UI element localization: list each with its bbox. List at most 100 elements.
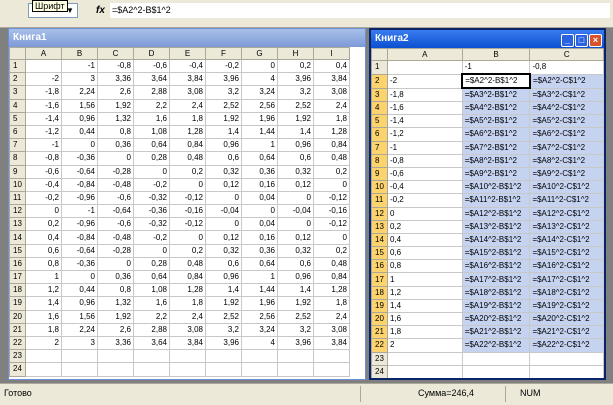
grid-cell[interactable]: -0,2 (133, 177, 170, 192)
grid-cell[interactable]: 0,12 (205, 177, 242, 192)
grid-cell[interactable]: -0,6 (133, 58, 170, 74)
grid-cell[interactable]: -0,12 (313, 217, 350, 232)
grid-cell[interactable] (529, 364, 604, 378)
grid-cell[interactable]: -0,36 (133, 204, 170, 219)
row-header[interactable]: 18 (371, 285, 388, 300)
grid-cell[interactable]: 0,6 (277, 256, 314, 272)
grid-cell[interactable]: 0,2 (313, 243, 350, 258)
grid-cell[interactable]: -0,04 (277, 204, 314, 219)
grid-cell[interactable]: 0,4 (25, 230, 62, 245)
grid-cell[interactable]: -1 (461, 60, 531, 75)
grid-cell[interactable]: 0,96 (277, 138, 314, 153)
grid-cell[interactable]: -1,8 (386, 87, 463, 102)
row-header[interactable]: 15 (371, 246, 388, 261)
grid-cell[interactable]: 2,56 (241, 98, 278, 113)
grid-cell[interactable]: -0,28 (97, 164, 134, 179)
grid-cell[interactable]: 0,36 (241, 164, 278, 179)
grid-cell[interactable]: 1 (386, 272, 463, 287)
row-header[interactable]: 20 (371, 311, 388, 327)
grid-cell[interactable]: 0 (241, 204, 278, 219)
grid-cell[interactable]: 0,96 (277, 269, 314, 285)
grid-cell[interactable]: -1 (25, 138, 62, 153)
grid-cell[interactable]: -0,4 (169, 58, 206, 74)
grid-cell[interactable]: 0 (97, 151, 134, 166)
grid-cell[interactable]: 0,32 (205, 164, 242, 179)
grid-cell[interactable]: 0,6 (25, 243, 62, 258)
book2-window[interactable]: Книга2 _ □ × A B C 1 -1 -0,8 2 -2 =$A2^2-B$1^2 =$A2… (369, 28, 606, 380)
row-header[interactable]: 3 (371, 87, 388, 102)
grid-cell[interactable] (133, 362, 170, 377)
row-header[interactable]: 14 (371, 232, 388, 248)
grid-cell[interactable]: 3,96 (205, 335, 242, 351)
row-header[interactable]: 21 (371, 325, 388, 340)
grid-cell[interactable]: =$A13^2-B$1^2 (461, 219, 531, 234)
grid-cell[interactable]: 2 (386, 338, 463, 353)
grid-cell[interactable]: 3,84 (313, 335, 350, 351)
grid-cell[interactable]: 0,32 (277, 243, 314, 258)
row-header[interactable]: 6 (371, 127, 388, 142)
grid-cell[interactable]: -0,6 (25, 164, 62, 179)
grid-cell[interactable]: 0 (133, 243, 170, 258)
grid-cell[interactable]: -0,96 (61, 190, 98, 206)
row-header[interactable]: 19 (371, 298, 388, 314)
corner-cell[interactable] (9, 47, 26, 60)
grid-cell[interactable]: 2 (25, 335, 62, 351)
grid-cell[interactable]: 0,28 (133, 151, 170, 166)
row-header[interactable]: 17 (9, 269, 26, 285)
grid-cell[interactable]: 2,4 (313, 309, 350, 324)
grid-cell[interactable]: =$A18^2-B$1^2 (461, 285, 531, 300)
grid-cell[interactable]: =$A16^2-B$1^2 (461, 259, 531, 274)
grid-cell[interactable]: 0,84 (313, 269, 350, 285)
grid-cell[interactable]: 0 (386, 206, 463, 221)
grid-cell[interactable]: 1,56 (61, 98, 98, 113)
grid-cell[interactable]: =$A14^2-B$1^2 (461, 232, 531, 248)
grid-cell[interactable]: 3,24 (241, 322, 278, 337)
grid-cell[interactable]: 0,6 (205, 151, 242, 166)
grid-cell[interactable]: 0,6 (386, 246, 463, 261)
grid-cell[interactable]: -1 (61, 204, 98, 219)
grid-cell[interactable]: 0,2 (169, 164, 206, 179)
grid-cell[interactable]: 0,2 (169, 243, 206, 258)
grid-cell[interactable]: 1,28 (169, 283, 206, 298)
row-header[interactable]: 5 (371, 114, 388, 129)
grid-cell[interactable]: 0,12 (205, 230, 242, 245)
grid-cell[interactable]: -0,2 (25, 190, 62, 206)
grid-cell[interactable]: 3,24 (241, 85, 278, 100)
grid-cell[interactable]: 0,48 (313, 256, 350, 272)
grid-cell[interactable]: 0,04 (241, 217, 278, 232)
close-icon[interactable]: × (589, 34, 602, 47)
column-header[interactable]: B (461, 48, 531, 61)
grid-cell[interactable] (61, 349, 98, 364)
grid-cell[interactable]: 2,2 (133, 309, 170, 324)
grid-cell[interactable]: 0 (97, 256, 134, 272)
grid-cell[interactable]: =$A22^2-C$1^2 (529, 338, 604, 353)
grid-cell[interactable]: =$A7^2-C$1^2 (529, 140, 604, 155)
row-header[interactable]: 16 (371, 259, 388, 274)
grid-cell[interactable]: 2,52 (205, 98, 242, 113)
grid-cell[interactable]: =$A6^2-B$1^2 (461, 127, 531, 142)
grid-cell[interactable]: -0,16 (313, 204, 350, 219)
grid-cell[interactable]: 3,2 (205, 322, 242, 337)
grid-cell[interactable]: 3,08 (169, 322, 206, 337)
grid-cell[interactable]: -0,6 (97, 190, 134, 206)
grid-cell[interactable]: 0,64 (133, 138, 170, 153)
grid-cell[interactable]: 1,4 (205, 124, 242, 140)
row-header[interactable]: 8 (9, 151, 26, 166)
grid-cell[interactable]: =$A9^2-B$1^2 (461, 166, 531, 182)
grid-cell[interactable]: 2,4 (313, 98, 350, 113)
grid-cell[interactable]: -1 (386, 140, 463, 155)
book2-titlebar[interactable]: Книга2 _ □ × (371, 30, 604, 48)
grid-cell[interactable]: -0,2 (205, 58, 242, 74)
grid-cell[interactable]: -0,32 (133, 190, 170, 206)
grid-cell[interactable]: 0,4 (386, 232, 463, 248)
grid-cell[interactable]: 0,44 (61, 283, 98, 298)
grid-cell[interactable]: =$A18^2-C$1^2 (529, 285, 604, 300)
grid-cell[interactable]: 0,6 (277, 151, 314, 166)
grid-cell[interactable]: 1 (241, 269, 278, 285)
grid-cell[interactable]: -1,2 (25, 124, 62, 140)
grid-cell[interactable]: 3,2 (205, 85, 242, 100)
row-header[interactable]: 4 (9, 98, 26, 113)
grid-cell[interactable]: 0,8 (386, 259, 463, 274)
grid-cell[interactable]: -0,32 (133, 217, 170, 232)
grid-cell[interactable]: =$A17^2-B$1^2 (461, 272, 531, 287)
